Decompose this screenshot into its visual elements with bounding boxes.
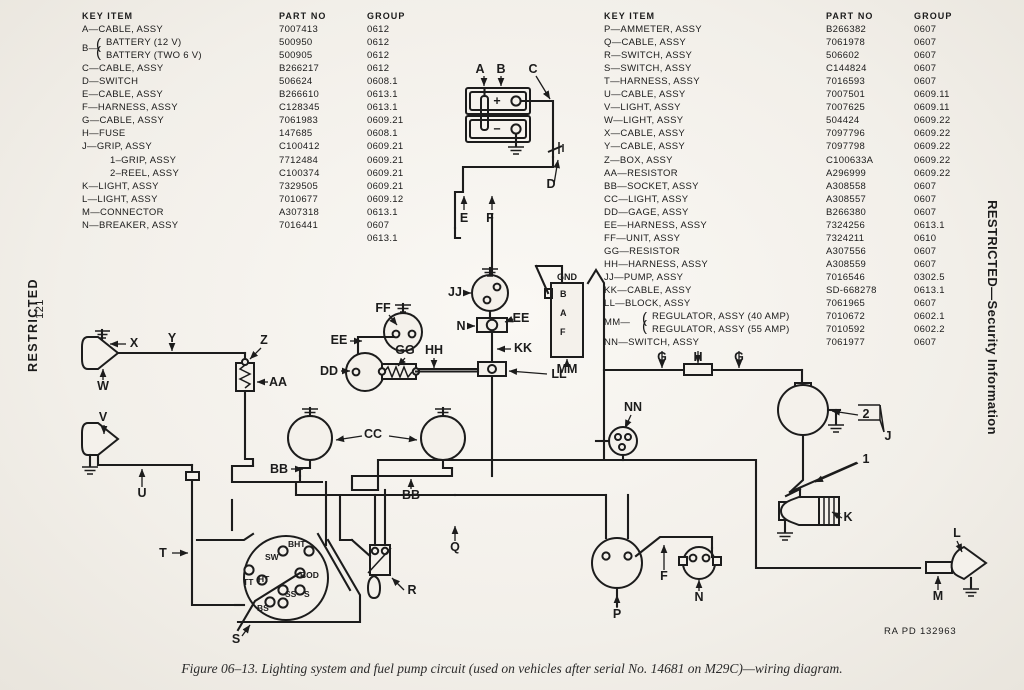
callout-a: A (475, 62, 484, 76)
callout-l: L (953, 526, 961, 540)
switch-terminal-ss: SS (285, 589, 297, 599)
callout-r: R (407, 583, 416, 597)
callout-f: F (486, 211, 494, 225)
service-lamp-v (81, 422, 194, 478)
figure-caption: Figure 06–13. Lighting system and fuel p… (181, 661, 843, 676)
callout-p: P (613, 607, 621, 621)
switch-terminal-sw: SW (265, 552, 280, 562)
callout-t: T (159, 546, 167, 560)
battery-negative-terminal: − (493, 122, 500, 136)
fuel-pump-jj (471, 266, 509, 320)
callout-c: C (528, 62, 537, 76)
fuse-h-circuit (602, 363, 812, 396)
regulator-terminal-gnd: GND (557, 272, 578, 282)
regulator-terminal-f: F (560, 327, 566, 337)
breaker-n-lower (678, 546, 722, 580)
battery-assembly: + − (465, 86, 531, 155)
callout-hh: HH (425, 343, 443, 357)
switch-terminal-bht: BHT (288, 539, 306, 549)
callout-b: B (496, 62, 505, 76)
switch-r (350, 488, 392, 600)
callout-ee-left: EE (331, 333, 348, 347)
callout-y: Y (168, 331, 177, 345)
callout-nn: NN (624, 400, 642, 414)
diagram-page: KEY ITEM PART NO GROUP A—CABLE, ASSY 7007… (0, 0, 1024, 690)
wiring-diagram: + − GND B A F BHT SW TT BOD HT SS S BS A… (81, 62, 988, 646)
reel-assembly-j (777, 384, 881, 498)
callout-j: J (885, 429, 892, 443)
callout-kk: KK (514, 341, 532, 355)
callout-s: S (232, 632, 240, 646)
blackout-lamp-w (81, 328, 247, 370)
socket-bb-wiring (294, 458, 606, 547)
drawing-number: RA PD 132963 (884, 626, 957, 637)
callout-f-lower: F (660, 569, 668, 583)
harness-t (185, 471, 237, 607)
callout-w: W (97, 379, 109, 393)
callout-aa: AA (269, 375, 287, 389)
callout-m: M (933, 589, 943, 603)
callout-gg: GG (395, 343, 414, 357)
callout-v: V (99, 410, 108, 424)
gage-dd (345, 352, 480, 392)
callout-ee-right: EE (513, 311, 530, 325)
switch-terminal-s: S (304, 589, 310, 599)
callout-z: Z (260, 333, 268, 347)
callout-n-lower: N (694, 590, 703, 604)
resistor-box-z-aa (235, 351, 255, 468)
switch-terminal-tt: TT (243, 577, 254, 587)
regulator-terminal-b: B (560, 289, 567, 299)
switch-nn (594, 426, 638, 462)
switch-terminal-bs: BS (257, 603, 269, 613)
callout-x: X (130, 336, 139, 350)
regulator-terminal-a: A (560, 308, 567, 318)
battery-positive-terminal: + (493, 94, 500, 108)
bottom-bus-lm (490, 458, 988, 608)
callout-2: 2 (863, 407, 870, 421)
light-switch-s: BHT SW TT BOD HT SS S BS (195, 532, 329, 632)
callout-dd: DD (320, 364, 338, 378)
callout-k: K (843, 510, 852, 524)
callout-n: N (456, 319, 465, 333)
callout-jj: JJ (448, 285, 462, 299)
callout-e: E (460, 211, 468, 225)
callout-ff: FF (375, 301, 391, 315)
callout-u: U (137, 486, 146, 500)
switch-terminal-bod: BOD (300, 570, 319, 580)
callout-q: Q (450, 540, 460, 554)
callout-bb-left: BB (270, 462, 288, 476)
callout-cc: CC (364, 427, 382, 441)
callout-mm: MM (557, 362, 578, 376)
switch-terminal-ht: HT (258, 574, 270, 584)
callout-1: 1 (863, 452, 870, 466)
panel-light-cc-left (287, 406, 333, 478)
callout-bb-right: BB (402, 488, 420, 502)
